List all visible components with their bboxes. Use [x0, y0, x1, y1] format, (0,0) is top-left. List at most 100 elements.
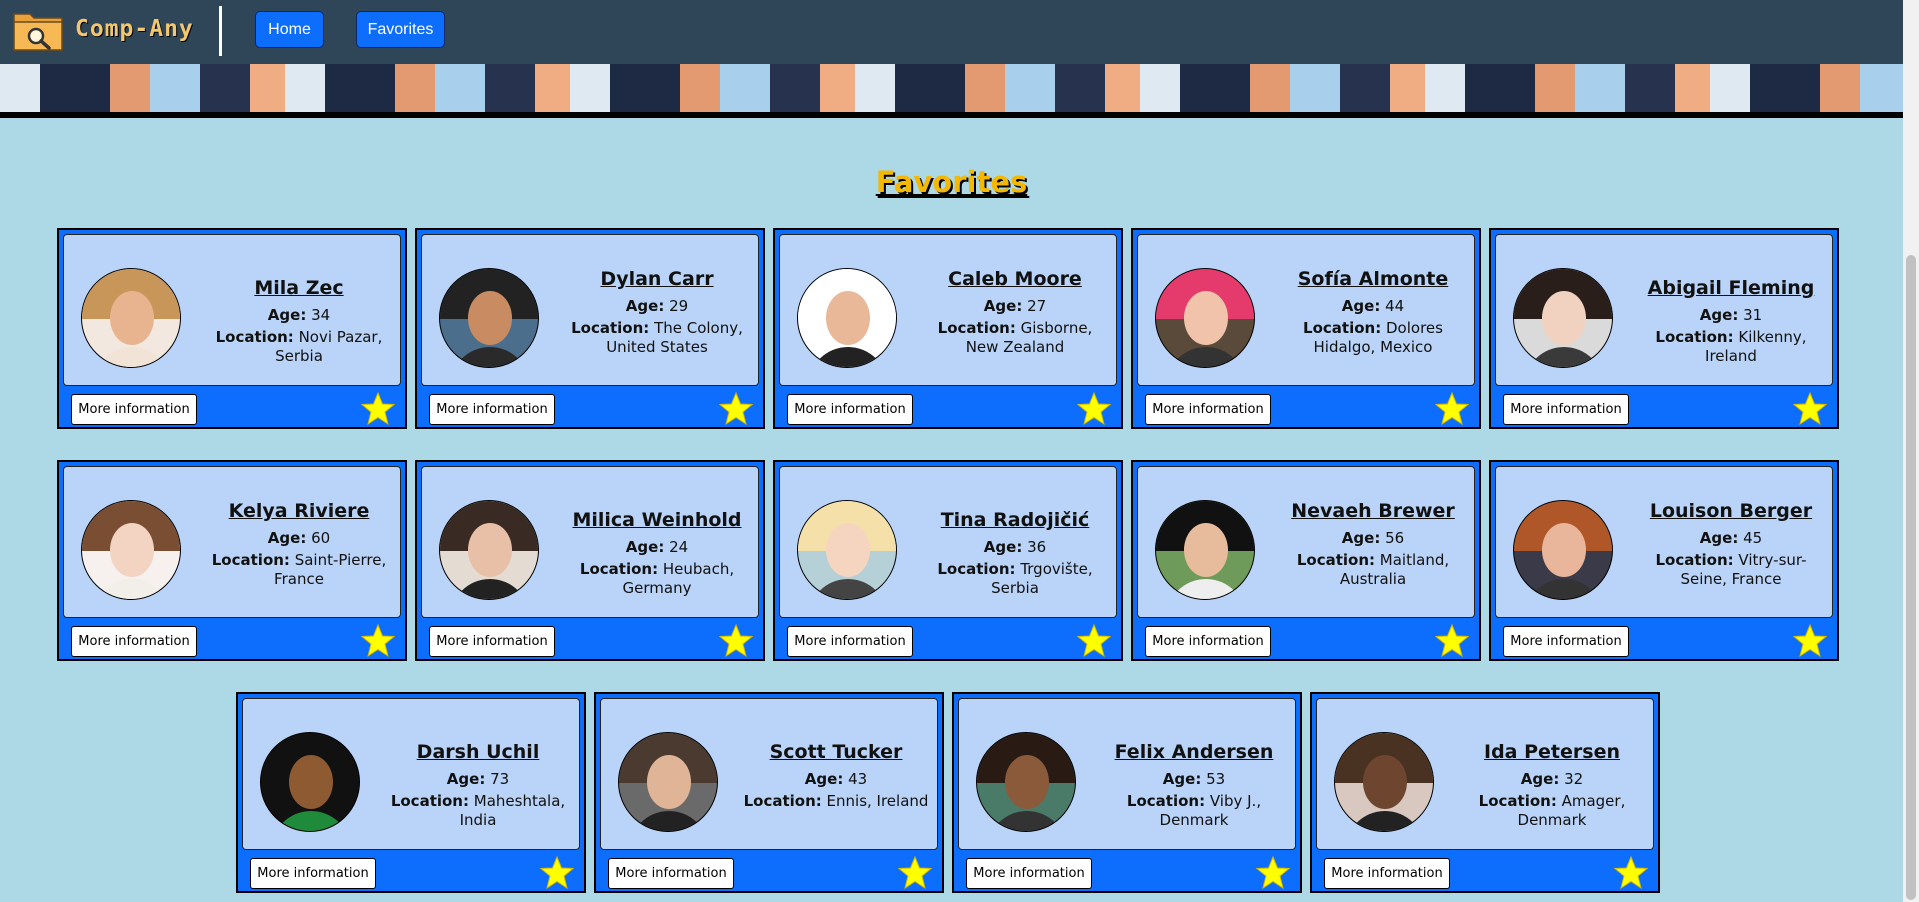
folder-search-icon[interactable]	[12, 8, 64, 52]
card-body: Scott Tucker Age: 43 Location: Ennis, Ir…	[600, 698, 938, 850]
star-icon[interactable]	[719, 624, 753, 658]
star-icon[interactable]	[1256, 856, 1290, 890]
more-information-button[interactable]: More information	[1324, 858, 1450, 889]
person-age: Age: 44	[1278, 297, 1468, 316]
person-name[interactable]: Sofía Almonte	[1278, 268, 1468, 290]
star-icon[interactable]	[1793, 392, 1827, 426]
star-icon[interactable]	[361, 392, 395, 426]
person-name[interactable]: Louison Berger	[1636, 500, 1826, 522]
favorite-card: Nevaeh Brewer Age: 56 Location: Maitland…	[1131, 460, 1481, 661]
star-icon[interactable]	[361, 624, 395, 658]
person-location: Location: Saint-Pierre, France	[204, 551, 394, 589]
person-info: Abigail Fleming Age: 31 Location: Kilken…	[1636, 277, 1826, 369]
location-label: Location:	[937, 319, 1016, 337]
age-value: 45	[1743, 529, 1763, 547]
age-label: Age:	[1341, 529, 1381, 547]
location-label: Location:	[579, 560, 659, 578]
person-name[interactable]: Caleb Moore	[920, 268, 1110, 290]
star-icon[interactable]	[1793, 624, 1827, 658]
person-info: Ida Petersen Age: 32 Location: Amager, D…	[1457, 741, 1647, 833]
age-value: 31	[1743, 306, 1763, 324]
star-icon[interactable]	[1435, 392, 1469, 426]
star-icon[interactable]	[898, 856, 932, 890]
person-location: Location: Maitland, Australia	[1278, 551, 1468, 589]
age-label: Age:	[625, 297, 665, 315]
nav-favorites-button[interactable]: Favorites	[356, 11, 445, 48]
nav-divider	[219, 6, 222, 56]
location-value: Maheshtala, India	[459, 792, 566, 829]
age-value: 44	[1385, 297, 1405, 315]
avatar	[797, 500, 897, 600]
person-name[interactable]: Darsh Uchil	[383, 741, 573, 763]
person-name[interactable]: Scott Tucker	[741, 741, 931, 763]
favorite-card: Kelya Riviere Age: 60 Location: Saint-Pi…	[57, 460, 407, 661]
more-information-button[interactable]: More information	[429, 626, 555, 657]
more-information-button[interactable]: More information	[1145, 394, 1271, 425]
age-label: Age:	[1520, 770, 1560, 788]
person-info: Tina Radojičić Age: 36 Location: Trgoviš…	[920, 509, 1110, 601]
age-value: 73	[490, 770, 510, 788]
person-name[interactable]: Ida Petersen	[1457, 741, 1647, 763]
more-information-button[interactable]: More information	[71, 626, 197, 657]
age-value: 24	[669, 538, 689, 556]
card-body: Kelya Riviere Age: 60 Location: Saint-Pi…	[63, 466, 401, 618]
person-location: Location: The Colony, United States	[562, 319, 752, 357]
more-information-button[interactable]: More information	[250, 858, 376, 889]
person-name[interactable]: Abigail Fleming	[1636, 277, 1826, 299]
person-age: Age: 73	[383, 770, 573, 789]
more-information-button[interactable]: More information	[1145, 626, 1271, 657]
favorite-card: Ida Petersen Age: 32 Location: Amager, D…	[1310, 692, 1660, 893]
location-label: Location:	[571, 319, 650, 337]
person-name[interactable]: Nevaeh Brewer	[1278, 500, 1468, 522]
card-body: Louison Berger Age: 45 Location: Vitry-s…	[1495, 466, 1833, 618]
star-icon[interactable]	[540, 856, 574, 890]
nav-home-button[interactable]: Home	[255, 11, 324, 48]
more-information-button[interactable]: More information	[1503, 394, 1629, 425]
more-information-button[interactable]: More information	[1503, 626, 1629, 657]
person-info: Louison Berger Age: 45 Location: Vitry-s…	[1636, 500, 1826, 592]
avatar	[797, 268, 897, 368]
star-icon[interactable]	[1614, 856, 1648, 890]
person-age: Age: 36	[920, 538, 1110, 557]
person-name[interactable]: Tina Radojičić	[920, 509, 1110, 531]
location-label: Location:	[937, 560, 1016, 578]
person-location: Location: Amager, Denmark	[1457, 792, 1647, 830]
person-age: Age: 32	[1457, 770, 1647, 789]
person-age: Age: 45	[1636, 529, 1826, 548]
age-label: Age:	[1162, 770, 1202, 788]
scrollbar[interactable]	[1903, 0, 1919, 902]
person-name[interactable]: Kelya Riviere	[204, 500, 394, 522]
age-label: Age:	[1699, 306, 1739, 324]
card-body: Ida Petersen Age: 32 Location: Amager, D…	[1316, 698, 1654, 850]
star-icon[interactable]	[1077, 624, 1111, 658]
favorite-card: Darsh Uchil Age: 73 Location: Maheshtala…	[236, 692, 586, 893]
more-information-button[interactable]: More information	[966, 858, 1092, 889]
age-label: Age:	[804, 770, 844, 788]
star-icon[interactable]	[719, 392, 753, 426]
age-label: Age:	[446, 770, 486, 788]
person-name[interactable]: Mila Zec	[204, 277, 394, 299]
age-label: Age:	[267, 529, 307, 547]
more-information-button[interactable]: More information	[71, 394, 197, 425]
star-icon[interactable]	[1435, 624, 1469, 658]
more-information-button[interactable]: More information	[787, 626, 913, 657]
favorite-card: Milica Weinhold Age: 24 Location: Heubac…	[415, 460, 765, 661]
more-information-button[interactable]: More information	[608, 858, 734, 889]
avatar	[1513, 268, 1613, 368]
more-information-button[interactable]: More information	[429, 394, 555, 425]
favorite-card: Scott Tucker Age: 43 Location: Ennis, Ir…	[594, 692, 944, 893]
person-age: Age: 34	[204, 306, 394, 325]
person-name[interactable]: Milica Weinhold	[562, 509, 752, 531]
location-label: Location:	[743, 792, 822, 810]
star-icon[interactable]	[1077, 392, 1111, 426]
person-name[interactable]: Dylan Carr	[562, 268, 752, 290]
brand-name[interactable]: Comp-Any	[75, 16, 194, 42]
person-age: Age: 43	[741, 770, 931, 789]
location-value: Saint-Pierre, France	[274, 551, 387, 588]
scrollbar-thumb[interactable]	[1906, 255, 1916, 900]
age-label: Age:	[983, 297, 1023, 315]
person-name[interactable]: Felix Andersen	[1099, 741, 1289, 763]
avatar	[618, 732, 718, 832]
favorite-card: Dylan Carr Age: 29 Location: The Colony,…	[415, 228, 765, 429]
more-information-button[interactable]: More information	[787, 394, 913, 425]
